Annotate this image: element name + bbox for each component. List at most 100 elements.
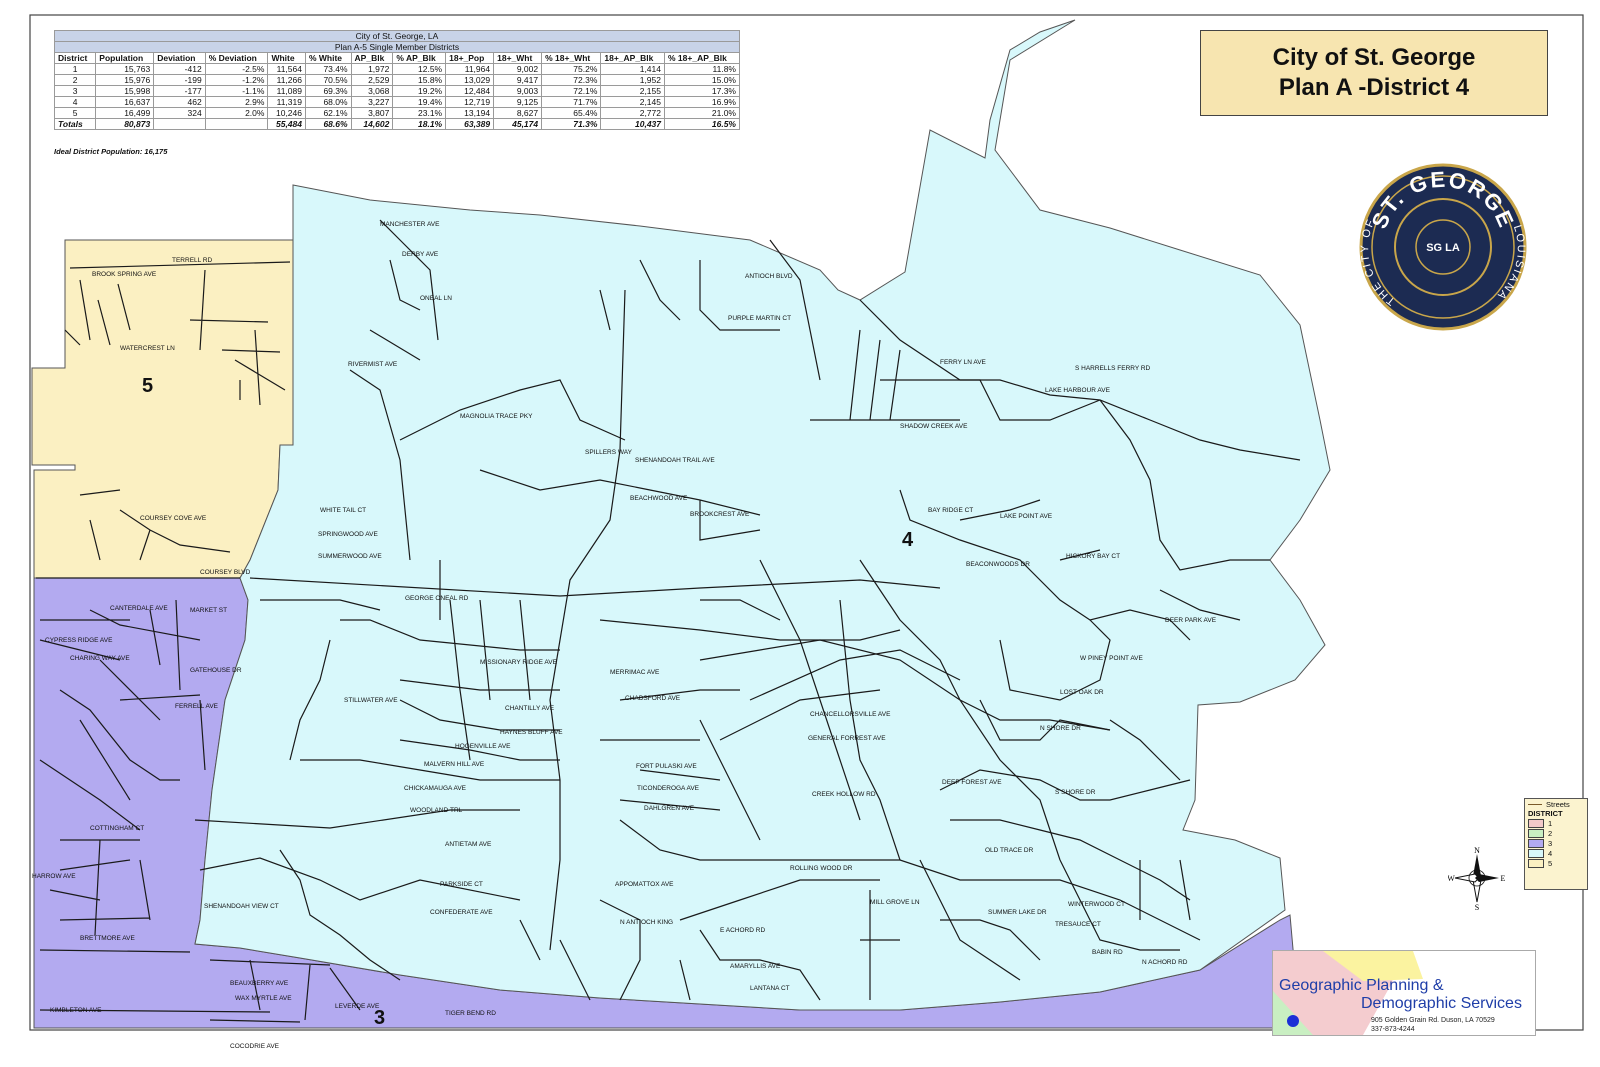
- street-label: GENERAL FORREST AVE: [808, 735, 886, 742]
- street-label: MAGNOLIA TRACE PKY: [460, 413, 533, 420]
- street-label: SHENANDOAH VIEW CT: [204, 903, 279, 910]
- table-cell: 324: [153, 107, 206, 119]
- column-header: % White: [304, 52, 352, 64]
- column-header: % 18+_AP_Blk: [664, 52, 740, 64]
- street-label: BAY RIDGE CT: [928, 507, 973, 514]
- totals-cell: 16.5%: [664, 118, 740, 130]
- map-canvas[interactable]: TERRELL RD BROOK SPRING AVE WATERCREST L…: [0, 0, 1600, 1067]
- table-cell: 10,246: [267, 107, 306, 119]
- table-cell: 69.3%: [304, 85, 352, 97]
- street-label: OLD TRACE DR: [985, 847, 1034, 854]
- legend-streets-row: Streets: [1525, 799, 1587, 809]
- table-cell: 65.4%: [541, 107, 602, 119]
- map-title: City of St. George: [1272, 44, 1476, 71]
- legend-item: 2: [1548, 828, 1553, 838]
- street-label: N ANTIOCH KING: [620, 919, 673, 926]
- map-title-box: City of St. George Plan A -District 4: [1200, 30, 1548, 116]
- street-label: BROOK SPRING AVE: [92, 271, 157, 278]
- district-5-area[interactable]: [31, 239, 294, 579]
- column-header: % 18+_Wht: [541, 52, 602, 64]
- street-label: CHANTILLY AVE: [505, 705, 555, 712]
- credits-line2: Demographic Services: [1361, 995, 1522, 1012]
- street-label: COURSEY COVE AVE: [140, 515, 207, 522]
- street-label: CREEK HOLLOW RD: [812, 791, 876, 798]
- street-label: CHARING WAY AVE: [70, 655, 130, 662]
- legend-item: 4: [1548, 848, 1553, 858]
- district-statistics-table: City of St. George, LA Plan A-5 Single M…: [53, 30, 740, 130]
- table-cell: 2: [53, 74, 97, 86]
- street-label: BABIN RD: [1092, 949, 1123, 956]
- table-cell: 71.7%: [541, 96, 602, 108]
- map-subtitle: Plan A -District 4: [1278, 74, 1470, 101]
- district-5-swatch: [1528, 858, 1544, 868]
- table-cell: 2.9%: [204, 96, 269, 108]
- street-label: AMARYLLIS AVE: [730, 963, 781, 970]
- street-label: MILL GROVE LN: [870, 899, 920, 906]
- street-label: ANTIETAM AVE: [445, 841, 492, 848]
- column-header: % AP_Blk: [392, 52, 447, 64]
- table-cell: 16,637: [95, 96, 155, 108]
- street-label: MALVERN HILL AVE: [424, 761, 485, 768]
- table-cell: 3,227: [350, 96, 394, 108]
- table-cell: 1,952: [600, 74, 665, 86]
- district-1-swatch: [1528, 818, 1544, 828]
- table-cell: 23.1%: [392, 107, 447, 119]
- street-label: TRESAUCE CT: [1055, 921, 1101, 928]
- table-caption: City of St. George, LA: [54, 30, 740, 42]
- table-cell: 9,003: [493, 85, 543, 97]
- table-cell: 19.2%: [392, 85, 447, 97]
- table-cell: 1,414: [600, 63, 665, 75]
- table-cell: -177: [153, 85, 206, 97]
- street-label: LAKE HARBOUR AVE: [1045, 387, 1111, 394]
- totals-cell: Totals: [53, 118, 97, 130]
- street-label: MERRIMAC AVE: [610, 669, 660, 676]
- table-subcaption: Plan A-5 Single Member Districts: [54, 41, 740, 53]
- street-label: E ACHORD RD: [720, 927, 765, 934]
- street-label: DEER PARK AVE: [1165, 617, 1217, 624]
- table-cell: 9,002: [493, 63, 543, 75]
- street-label: COCODRIE AVE: [230, 1043, 280, 1050]
- street-label: WINTERWOOD CT: [1068, 901, 1125, 908]
- street-label: FORT PULASKI AVE: [636, 763, 697, 770]
- street-label: FERRELL AVE: [175, 703, 219, 710]
- street-label: CONFEDERATE AVE: [430, 909, 493, 916]
- seal-monogram: SG LA: [1426, 242, 1460, 254]
- table-cell: 5: [53, 107, 97, 119]
- table-row: 1 15,763 -412 -2.5% 11,564 73.4% 1,972 12.5% 11,…: [53, 63, 740, 75]
- totals-cell: 55,484: [267, 118, 306, 130]
- street-label: MANCHESTER AVE: [380, 221, 440, 228]
- table-cell: 13,029: [445, 74, 495, 86]
- table-cell: 2,772: [600, 107, 665, 119]
- street-label: TERRELL RD: [172, 257, 213, 264]
- totals-row: Totals 80,873 55,484 68.6% 14,602 18.1% 63,389…: [53, 118, 740, 130]
- table-cell: -1.2%: [204, 74, 269, 86]
- street-label: LOST OAK DR: [1060, 689, 1104, 696]
- table-cell: 11,319: [267, 96, 306, 108]
- table-cell: 16,499: [95, 107, 155, 119]
- credits-line1: Geographic Planning &: [1279, 977, 1444, 994]
- street-label: BROOKCREST AVE: [690, 511, 750, 518]
- table-cell: 4: [53, 96, 97, 108]
- street-label: GEORGE ONEAL RD: [405, 595, 469, 602]
- table-cell: 3,068: [350, 85, 394, 97]
- column-header: District: [53, 52, 97, 64]
- table-cell: 75.2%: [541, 63, 602, 75]
- table-cell: 72.1%: [541, 85, 602, 97]
- totals-cell: [204, 118, 269, 130]
- table-cell: 3: [53, 85, 97, 97]
- totals-cell: 18.1%: [392, 118, 447, 130]
- street-label: SHENANDOAH TRAIL AVE: [635, 457, 715, 464]
- table-cell: 19.4%: [392, 96, 447, 108]
- table-cell: 12.5%: [392, 63, 447, 75]
- district-4-label: 4: [902, 529, 914, 551]
- street-label: COURSEY BLVD: [200, 569, 251, 576]
- table-cell: 12,484: [445, 85, 495, 97]
- compass-n: N: [1474, 846, 1480, 855]
- district-5-label: 5: [142, 375, 153, 397]
- street-label: LAKE POINT AVE: [1000, 513, 1053, 520]
- credits-phone: 337-873-4244: [1371, 1026, 1415, 1033]
- street-label: HOGENVILLE AVE: [455, 743, 511, 750]
- table-row: 3 15,998 -177 -1.1% 11,089 69.3% 3,068 19.2% 12,…: [53, 85, 740, 97]
- column-header: Population: [95, 52, 155, 64]
- street-label: TIGER BEND RD: [445, 1010, 496, 1017]
